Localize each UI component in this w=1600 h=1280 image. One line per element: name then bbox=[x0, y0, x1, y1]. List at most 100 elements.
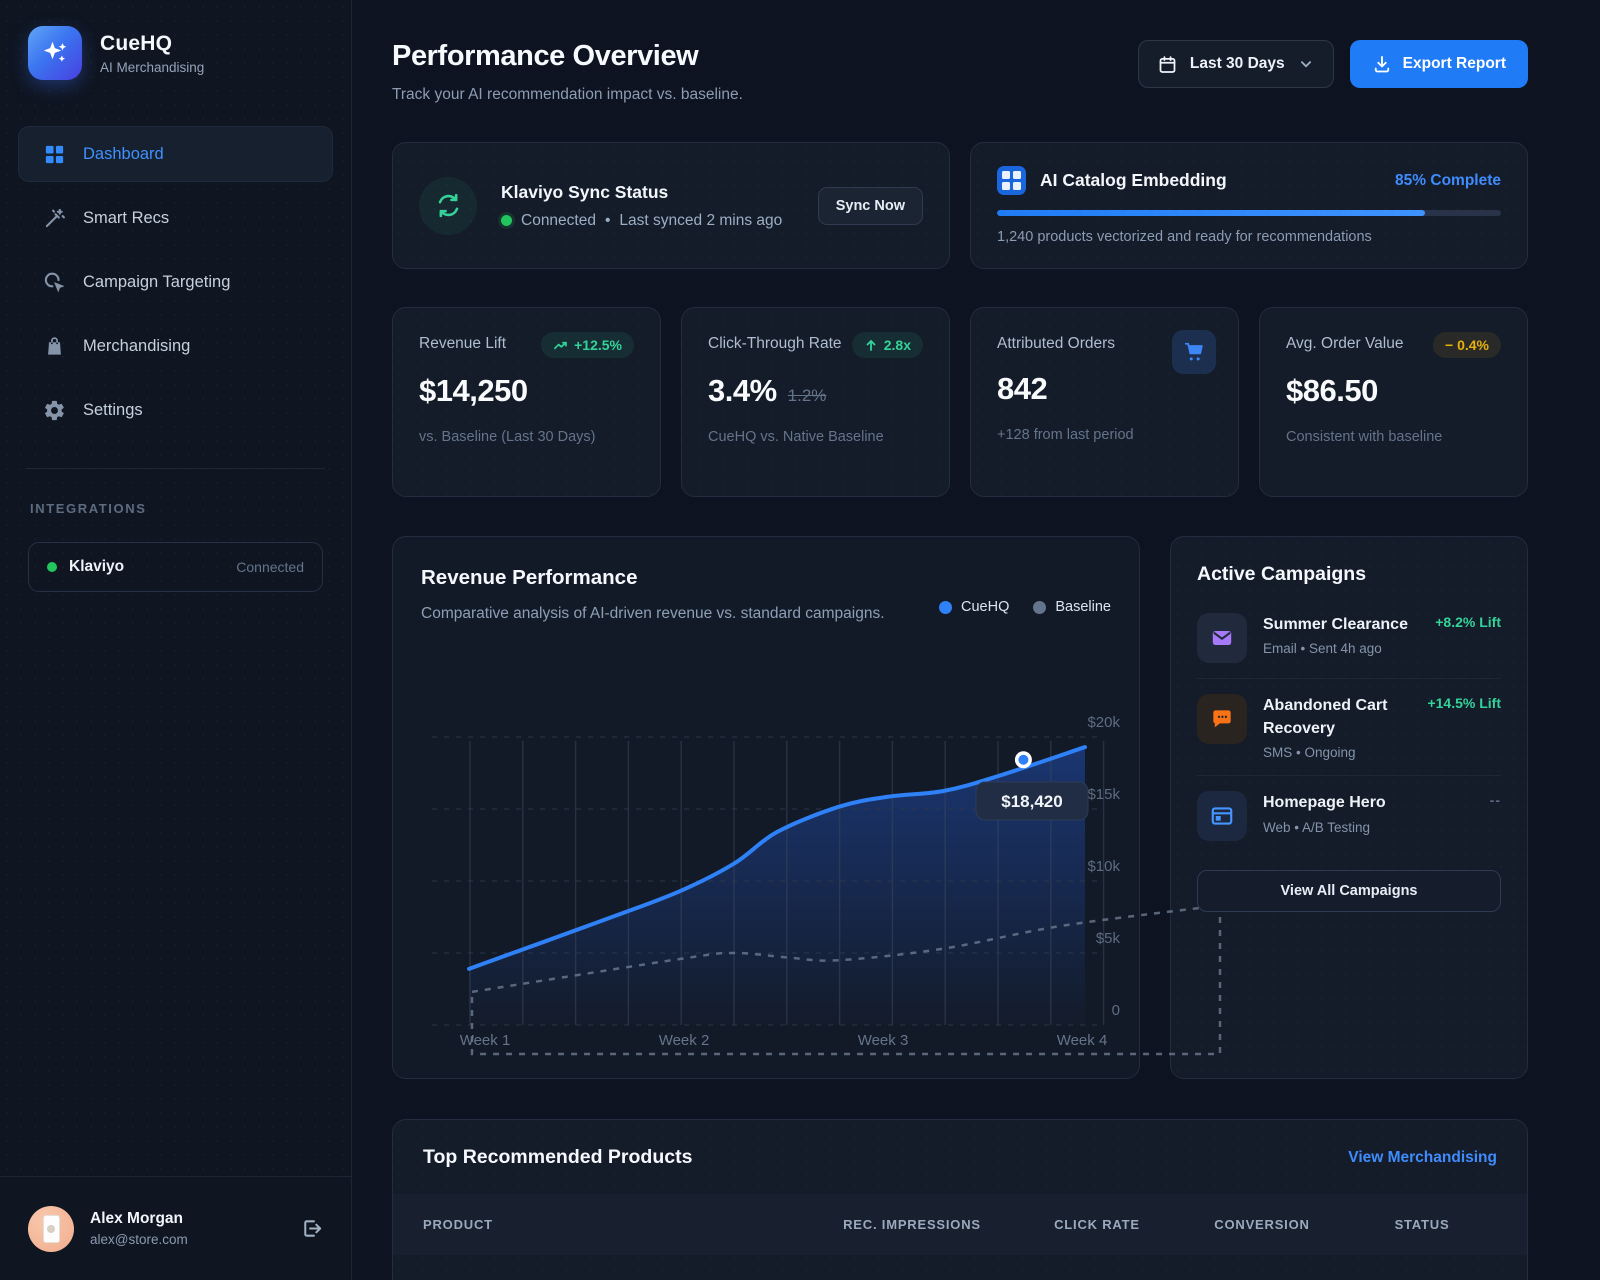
sync-icon bbox=[419, 177, 477, 235]
campaign-lift: -- bbox=[1425, 791, 1501, 811]
sparkles-icon bbox=[40, 38, 70, 68]
campaign-homepage-hero[interactable]: Homepage Hero Web • A/B Testing -- bbox=[1197, 775, 1501, 856]
kpi-badge: +12.5% bbox=[541, 332, 634, 358]
kpi-click-through-rate: Click-Through Rate 2.8x 3.4% 1.2% CueHQ … bbox=[681, 307, 950, 497]
legend-dot-baseline bbox=[1033, 601, 1046, 614]
integration-name: Klaviyo bbox=[69, 558, 124, 576]
column-rec-impressions: Rec. Impressions bbox=[807, 1217, 1017, 1232]
campaign-summer-clearance[interactable]: Summer Clearance Email • Sent 4h ago +8.… bbox=[1197, 598, 1501, 678]
top-products-card: Top Recommended Products View Merchandis… bbox=[392, 1119, 1528, 1280]
embedding-header: AI Catalog Embedding 85% Complete bbox=[997, 166, 1501, 195]
column-conversion: Conversion bbox=[1177, 1217, 1347, 1232]
integrations-label: INTEGRATIONS bbox=[30, 501, 333, 516]
target-click-icon bbox=[43, 271, 66, 294]
active-campaigns-card: Active Campaigns Summer Clearance Email … bbox=[1170, 536, 1528, 1079]
campaign-name: Summer Clearance bbox=[1263, 613, 1409, 636]
sidebar-item-smart-recs[interactable]: Smart Recs bbox=[18, 190, 333, 246]
kpi-value: $86.50 bbox=[1286, 373, 1378, 409]
embedding-percent: 85% Complete bbox=[1395, 172, 1501, 190]
avatar[interactable] bbox=[28, 1206, 74, 1252]
kpi-badge: − 0.4% bbox=[1433, 332, 1501, 358]
campaigns-list: Summer Clearance Email • Sent 4h ago +8.… bbox=[1197, 598, 1501, 856]
chart-title: Revenue Performance bbox=[421, 566, 1111, 590]
embedding-progress-fill bbox=[997, 210, 1425, 216]
legend-cuehq: CueHQ bbox=[939, 599, 1009, 615]
page-title: Performance Overview bbox=[392, 40, 743, 73]
cuehq-logo bbox=[28, 26, 82, 80]
nav-label: Merchandising bbox=[83, 337, 190, 356]
campaign-meta: SMS • Ongoing bbox=[1263, 745, 1409, 760]
calendar-icon bbox=[1157, 54, 1178, 75]
column-product: Product bbox=[423, 1217, 807, 1232]
campaign-meta: Web • A/B Testing bbox=[1263, 820, 1409, 835]
campaign-abandoned-cart[interactable]: Abandoned Cart Recovery SMS • Ongoing +1… bbox=[1197, 678, 1501, 775]
kpi-label: Revenue Lift bbox=[419, 332, 506, 356]
magic-wand-icon bbox=[43, 207, 66, 230]
campaign-meta: Email • Sent 4h ago bbox=[1263, 641, 1409, 656]
kpi-footnote: +128 from last period bbox=[997, 427, 1212, 443]
envelope-icon bbox=[1197, 613, 1247, 663]
sync-now-button[interactable]: Sync Now bbox=[818, 187, 923, 225]
download-icon bbox=[1372, 54, 1392, 74]
embedding-description: 1,240 products vectorized and ready for … bbox=[997, 229, 1501, 245]
campaign-info: Summer Clearance Email • Sent 4h ago bbox=[1263, 613, 1409, 656]
app-window: CueHQ AI Merchandising Dashboard bbox=[0, 0, 1600, 1280]
campaign-info: Abandoned Cart Recovery SMS • Ongoing bbox=[1263, 694, 1409, 760]
sidebar-item-merchandising[interactable]: Merchandising bbox=[18, 318, 333, 374]
klaviyo-sync-card: Klaviyo Sync Status Connected • Last syn… bbox=[392, 142, 950, 269]
table-header: Top Recommended Products View Merchandis… bbox=[393, 1146, 1527, 1169]
brand: CueHQ AI Merchandising bbox=[18, 26, 333, 80]
nav-label: Campaign Targeting bbox=[83, 273, 230, 292]
sync-card-body: Klaviyo Sync Status Connected • Last syn… bbox=[501, 182, 782, 230]
kpi-footnote: CueHQ vs. Native Baseline bbox=[708, 429, 923, 445]
export-report-button[interactable]: Export Report bbox=[1350, 40, 1528, 88]
sidebar-item-settings[interactable]: Settings bbox=[18, 382, 333, 438]
gear-icon bbox=[43, 399, 66, 422]
trend-up-icon bbox=[553, 338, 568, 353]
sidebar-item-campaign-targeting[interactable]: Campaign Targeting bbox=[18, 254, 333, 310]
kpi-revenue-lift: Revenue Lift +12.5% $14,250 vs. Baseline… bbox=[392, 307, 661, 497]
kpi-avg-order-value: Avg. Order Value − 0.4% $86.50 Consisten… bbox=[1259, 307, 1528, 497]
page-subtitle: Track your AI recommendation impact vs. … bbox=[392, 86, 743, 104]
kpi-row: Revenue Lift +12.5% $14,250 vs. Baseline… bbox=[392, 307, 1528, 497]
chevron-down-icon bbox=[1297, 55, 1315, 73]
avatar-phone-graphic bbox=[43, 1215, 60, 1243]
sync-card-title: Klaviyo Sync Status bbox=[501, 182, 782, 203]
legend-dot-cuehq bbox=[939, 601, 952, 614]
kpi-value: $14,250 bbox=[419, 373, 528, 409]
user-email: alex@store.com bbox=[90, 1232, 188, 1247]
campaigns-title: Active Campaigns bbox=[1197, 563, 1501, 586]
column-click-rate: Click Rate bbox=[1017, 1217, 1177, 1232]
kpi-attributed-orders: Attributed Orders 842 +128 from last per… bbox=[970, 307, 1239, 497]
cart-icon bbox=[1172, 330, 1216, 374]
bullet-separator: • bbox=[605, 212, 610, 230]
view-all-campaigns-button[interactable]: View All Campaigns bbox=[1197, 870, 1501, 912]
catalog-embedding-card: AI Catalog Embedding 85% Complete 1,240 … bbox=[970, 142, 1528, 269]
status-dot bbox=[47, 562, 57, 572]
user-profile: Alex Morgan alex@store.com bbox=[0, 1176, 351, 1280]
status-cards-row: Klaviyo Sync Status Connected • Last syn… bbox=[392, 142, 1528, 269]
dashboard-grid-icon bbox=[43, 143, 66, 166]
logout-icon[interactable] bbox=[300, 1217, 323, 1240]
export-report-label: Export Report bbox=[1403, 55, 1506, 73]
connected-dot bbox=[501, 215, 512, 226]
view-merchandising-link[interactable]: View Merchandising bbox=[1348, 1149, 1497, 1167]
browser-window-icon bbox=[1197, 791, 1247, 841]
kpi-footnote: Consistent with baseline bbox=[1286, 429, 1501, 445]
integration-klaviyo[interactable]: Klaviyo Connected bbox=[28, 542, 323, 592]
chart-legend: CueHQ Baseline bbox=[939, 599, 1111, 615]
sync-status: Connected • Last synced 2 mins ago bbox=[501, 212, 782, 230]
kpi-footnote: vs. Baseline (Last 30 Days) bbox=[419, 429, 634, 445]
last-synced-label: Last synced 2 mins ago bbox=[619, 212, 782, 230]
kpi-label: Click-Through Rate bbox=[708, 332, 842, 356]
sidebar-item-dashboard[interactable]: Dashboard bbox=[18, 126, 333, 182]
connected-label: Connected bbox=[521, 212, 596, 230]
date-range-dropdown[interactable]: Last 30 Days bbox=[1138, 40, 1334, 88]
kpi-badge: 2.8x bbox=[852, 332, 923, 358]
user-name: Alex Morgan bbox=[90, 1210, 188, 1228]
header-actions: Last 30 Days Export Report bbox=[1138, 40, 1528, 88]
nav-label: Smart Recs bbox=[83, 209, 169, 228]
campaign-lift: +8.2% Lift bbox=[1425, 613, 1501, 633]
arrow-up-icon bbox=[864, 338, 878, 352]
campaign-name: Abandoned Cart Recovery bbox=[1263, 694, 1409, 740]
